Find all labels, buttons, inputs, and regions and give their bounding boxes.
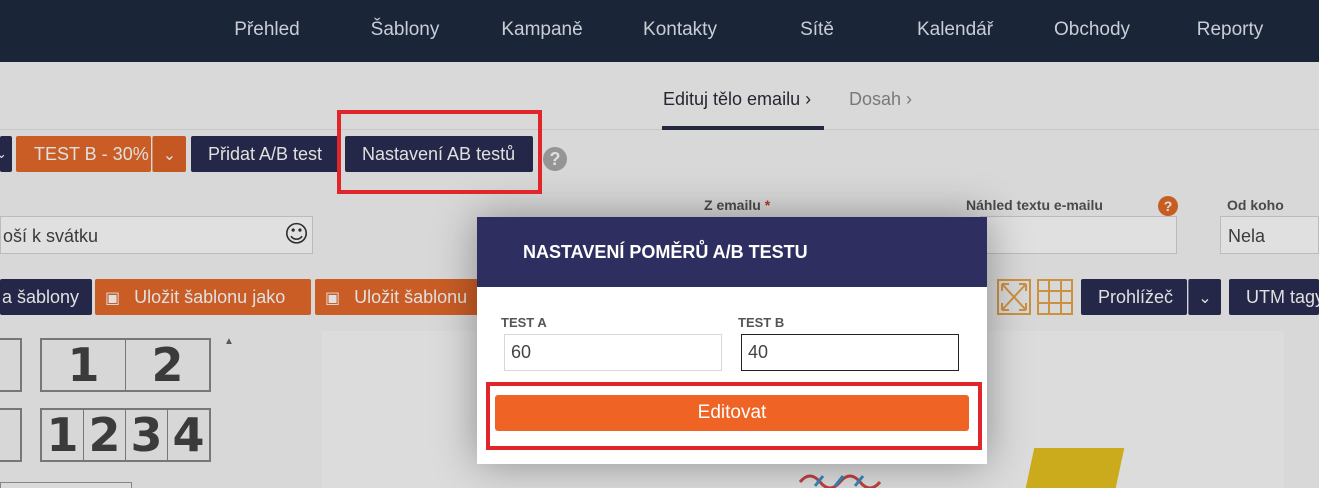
layout-cell: 4 [172, 408, 205, 462]
help-icon[interactable]: ? [1158, 196, 1178, 216]
nav-item-kampane[interactable]: Kampaně [501, 19, 582, 41]
from-who-input[interactable]: Nela [1220, 216, 1319, 254]
floppy-icon: ▣ [105, 290, 121, 307]
nav-item-kontakty[interactable]: Kontakty [643, 19, 717, 41]
utm-tags-button[interactable]: UTM tagy [1229, 279, 1319, 315]
save-template-as-button[interactable]: ▣ Uložit šablonu jako [95, 279, 311, 315]
nav-item-obchody[interactable]: Obchody [1054, 19, 1130, 41]
layout-cell: 1 [42, 340, 126, 390]
preview-text-label: Náhled textu e-mailu [966, 197, 1103, 213]
ab-ratio-modal: NASTAVENÍ POMĚRŮ A/B TESTU TEST A TEST B… [477, 217, 987, 464]
test-b-input[interactable] [741, 334, 959, 371]
yellow-decoration [1025, 448, 1125, 488]
chevron-right-icon: › [805, 89, 812, 109]
nav-item-kalendar[interactable]: Kalendář [917, 19, 993, 41]
from-who-label: Od koho [1227, 197, 1284, 213]
layout-block-4-columns[interactable]: 1 2 3 4 [40, 408, 211, 462]
grid-icon[interactable] [1037, 279, 1073, 315]
chevron-down-icon: ⌄ [162, 147, 177, 164]
party-decoration [795, 462, 925, 488]
test-a-label: TEST A [501, 315, 547, 330]
subject-input[interactable]: oší k svátku ☺ [0, 216, 313, 254]
scroll-up-icon[interactable]: ▲ [224, 336, 234, 347]
chevron-right-icon: › [906, 89, 913, 109]
tab-edit-body[interactable]: Edituj tělo emailu › [663, 89, 811, 110]
chevron-down-icon: ⌄ [1198, 290, 1212, 307]
test-b-button[interactable]: TEST B - 30% [16, 136, 151, 172]
test-a-dropdown-toggle[interactable]: ⌄ [0, 136, 12, 172]
floppy-icon: ▣ [325, 290, 341, 307]
nav-item-prehled[interactable]: Přehled [234, 19, 300, 41]
active-tab-underline [662, 126, 824, 130]
layout-cell [0, 340, 20, 390]
layout-block[interactable] [0, 482, 132, 488]
layout-cell: 3 [126, 410, 168, 460]
layout-block[interactable] [0, 338, 22, 392]
from-email-label: Z emailu * [704, 197, 771, 213]
ab-settings-button[interactable]: Nastavení AB testů [345, 136, 533, 172]
nav-item-site[interactable]: Sítě [800, 19, 834, 41]
layout-cell: 2 [151, 338, 184, 392]
chevron-down-icon: ⌄ [0, 146, 7, 161]
modal-header: NASTAVENÍ POMĚRŮ A/B TESTU [477, 217, 987, 287]
nav-item-reporty[interactable]: Reporty [1197, 19, 1264, 41]
browser-dropdown-toggle[interactable]: ⌄ [1188, 279, 1221, 315]
layout-block[interactable] [0, 408, 22, 462]
fullscreen-icon[interactable] [997, 279, 1031, 315]
step-tabs: Edituj tělo emailu › Dosah › [0, 62, 1319, 130]
layout-cell [0, 410, 20, 460]
preview-text-input[interactable] [980, 216, 1177, 254]
from-who-value: Nela [1228, 226, 1266, 246]
emoji-icon[interactable]: ☺ [284, 220, 309, 248]
help-icon[interactable]: ? [543, 147, 567, 171]
nav-item-sablony[interactable]: Šablony [371, 19, 440, 41]
layout-cell: 2 [84, 410, 126, 460]
test-a-input[interactable] [504, 334, 722, 371]
layout-block-2-columns[interactable]: 1 2 [40, 338, 211, 392]
test-b-dropdown-toggle[interactable]: ⌄ [152, 136, 186, 172]
add-ab-test-button[interactable]: Přidat A/B test [191, 136, 341, 172]
subject-value: oší k svátku [3, 226, 99, 246]
test-b-label: TEST B [738, 315, 785, 330]
browser-preview-button[interactable]: Prohlížeč [1081, 279, 1187, 315]
tab-reach[interactable]: Dosah › [849, 89, 912, 110]
edit-submit-button[interactable]: Editovat [495, 395, 969, 431]
save-template-button[interactable]: ▣ Uložit šablonu [315, 279, 485, 315]
top-navigation: Přehled Šablony Kampaně Kontakty Sítě Ka… [0, 0, 1319, 62]
modal-title: NASTAVENÍ POMĚRŮ A/B TESTU [523, 242, 808, 262]
templates-button[interactable]: a šablony [0, 279, 92, 315]
layout-cell: 1 [42, 410, 84, 460]
